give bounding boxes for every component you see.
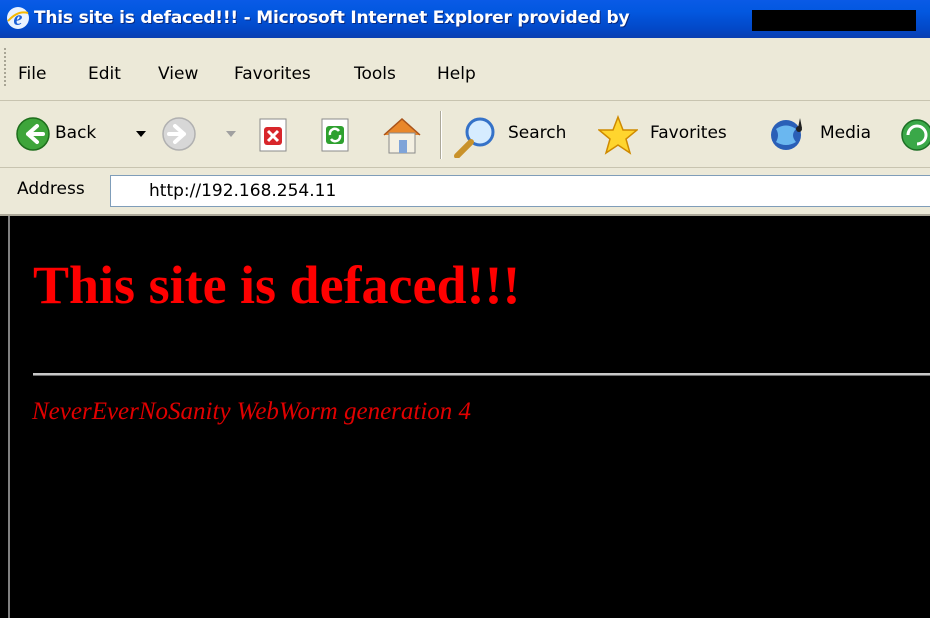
address-url[interactable]: http://192.168.254.11 <box>149 181 336 201</box>
toolbar-separator <box>440 111 441 159</box>
back-arrow-icon <box>16 117 50 151</box>
menu-view[interactable]: View <box>158 64 198 84</box>
media-label: Media <box>820 123 872 143</box>
refresh-icon[interactable] <box>320 118 352 152</box>
page-heading: This site is defaced!!! <box>33 255 521 315</box>
page-subtext: NeverEverNoSanity WebWorm generation 4 <box>32 398 472 425</box>
search-label: Search <box>508 123 567 143</box>
window-title: This site is defaced!!! - Microsoft Inte… <box>34 8 630 28</box>
redacted-block <box>752 10 916 31</box>
history-icon[interactable] <box>898 116 930 154</box>
page-content: This site is defaced!!! NeverEverNoSanit… <box>8 216 930 618</box>
menu-edit[interactable]: Edit <box>88 64 121 84</box>
menu-bar: File Edit View Favorites Tools Help <box>0 38 930 101</box>
menu-help[interactable]: Help <box>437 64 476 84</box>
grip-handle-icon[interactable] <box>4 48 7 90</box>
back-label: Back <box>55 123 97 143</box>
standard-toolbar: Back Search Favorites Media <box>0 101 930 168</box>
search-icon <box>454 117 495 158</box>
menu-tools[interactable]: Tools <box>354 64 396 84</box>
back-dropdown-icon[interactable] <box>136 131 146 137</box>
favorites-button[interactable]: Favorites <box>598 101 750 167</box>
stop-icon[interactable] <box>258 118 290 152</box>
menu-favorites[interactable]: Favorites <box>234 64 311 84</box>
address-label: Address <box>17 179 85 199</box>
address-input[interactable]: http://192.168.254.11 <box>110 175 930 207</box>
address-bar: Address http://192.168.254.11 <box>0 168 930 216</box>
forward-dropdown-icon[interactable] <box>226 131 236 137</box>
menu-file[interactable]: File <box>18 64 46 84</box>
favorites-label: Favorites <box>650 123 727 143</box>
title-bar[interactable]: e This site is defaced!!! - Microsoft In… <box>0 0 930 38</box>
ie-logo-icon: e <box>7 7 29 30</box>
forward-arrow-icon <box>162 117 196 151</box>
search-button[interactable]: Search <box>452 101 582 167</box>
forward-button[interactable] <box>162 101 242 167</box>
horizontal-rule <box>33 373 930 376</box>
media-button[interactable]: Media <box>766 101 884 167</box>
svg-text:e: e <box>14 8 23 30</box>
favorites-star-icon <box>598 115 638 155</box>
home-icon[interactable] <box>380 115 424 155</box>
back-button[interactable]: Back <box>16 101 156 167</box>
media-icon <box>771 118 802 150</box>
